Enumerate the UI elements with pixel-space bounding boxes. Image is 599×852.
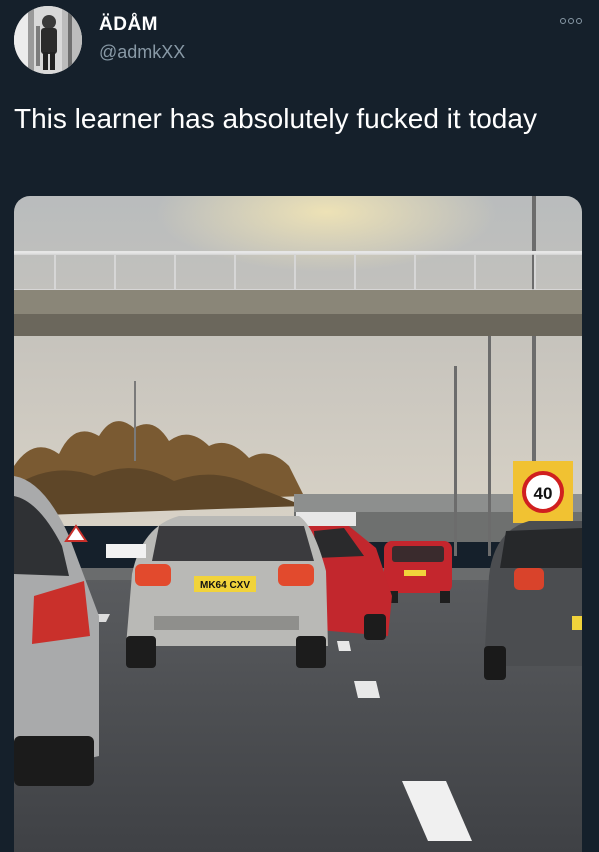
speed-limit-text: 40 — [534, 484, 553, 503]
more-dot — [560, 18, 566, 24]
tweet-text: This learner has absolutely fucked it to… — [14, 103, 537, 134]
more-dot — [576, 18, 582, 24]
avatar-image — [14, 6, 82, 74]
number-plate: MK64 CXV — [200, 580, 250, 591]
more-horizontal-icon[interactable] — [557, 14, 585, 28]
user-handle[interactable]: @admkXX — [99, 42, 185, 63]
tweet-photo[interactable]: 40 MK64 CXV — [14, 196, 582, 852]
avatar[interactable] — [14, 6, 82, 74]
display-name[interactable]: ÄDÅM — [99, 14, 158, 36]
road-scene-image: 40 MK64 CXV — [14, 196, 582, 852]
tweet-header: ÄDÅM @admkXX — [0, 0, 599, 80]
more-dot — [568, 18, 574, 24]
